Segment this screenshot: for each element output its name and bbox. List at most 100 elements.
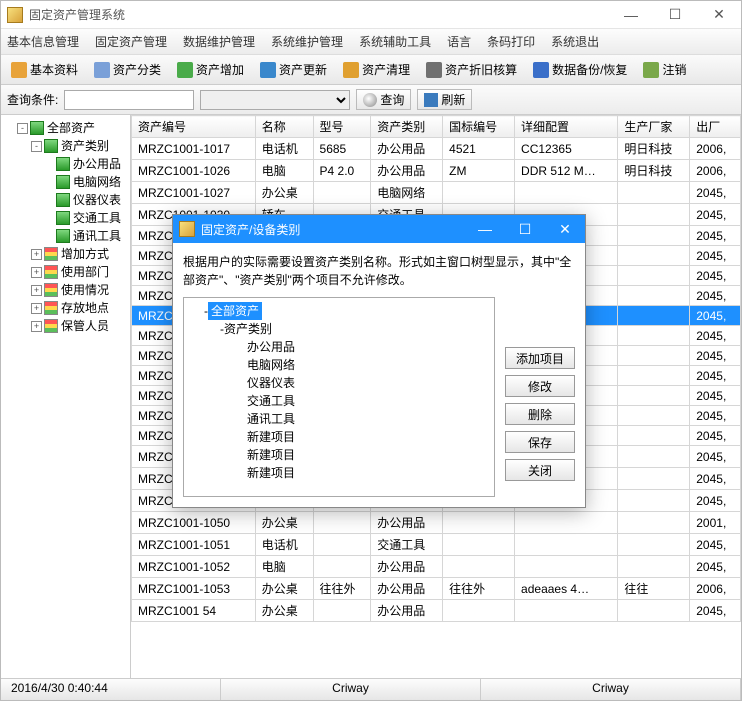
expander-icon[interactable]: + bbox=[31, 321, 42, 332]
query-button[interactable]: 查询 bbox=[356, 89, 411, 110]
house-icon bbox=[44, 139, 58, 153]
column-header[interactable]: 详细配置 bbox=[515, 116, 618, 138]
expander-icon[interactable]: + bbox=[31, 285, 42, 296]
table-row[interactable]: MRZC1001-1051电话机交通工具2045, bbox=[132, 534, 741, 556]
dialog-action-button[interactable]: 添加项目 bbox=[505, 347, 575, 369]
menu-item[interactable]: 语言 bbox=[447, 33, 471, 50]
dialog-tree-item[interactable]: 交通工具 bbox=[236, 392, 490, 410]
column-header[interactable]: 资产编号 bbox=[132, 116, 256, 138]
toolbar-icon bbox=[426, 62, 442, 78]
toolbar-icon bbox=[177, 62, 193, 78]
titlebar: 固定资产管理系统 — ☐ ✕ bbox=[1, 1, 741, 29]
tree-item[interactable]: +增加方式 bbox=[31, 245, 128, 263]
toolbar-button[interactable]: 资产增加 bbox=[173, 59, 248, 80]
column-header[interactable]: 型号 bbox=[313, 116, 371, 138]
dialog-maximize-button[interactable]: ☐ bbox=[505, 215, 545, 243]
tree-item[interactable]: 仪器仪表 bbox=[45, 191, 128, 209]
menu-item[interactable]: 数据维护管理 bbox=[183, 33, 255, 50]
tree-item[interactable]: +使用部门 bbox=[31, 263, 128, 281]
dialog-action-button[interactable]: 保存 bbox=[505, 431, 575, 453]
dialog-title: 固定资产/设备类别 bbox=[201, 221, 300, 238]
dialog-action-button[interactable]: 关闭 bbox=[505, 459, 575, 481]
column-header[interactable]: 国标编号 bbox=[443, 116, 515, 138]
column-header[interactable]: 名称 bbox=[255, 116, 313, 138]
dialog-tree-item[interactable]: 新建项目 bbox=[236, 446, 490, 464]
dialog-tree-item[interactable]: 通讯工具 bbox=[236, 410, 490, 428]
menu-item[interactable]: 系统辅助工具 bbox=[359, 33, 431, 50]
menu-item[interactable]: 基本信息管理 bbox=[7, 33, 79, 50]
toolbar-button[interactable]: 资产更新 bbox=[256, 59, 331, 80]
expander-icon[interactable]: + bbox=[31, 249, 42, 260]
toolbar-button[interactable]: 资产分类 bbox=[90, 59, 165, 80]
dialog-tree[interactable]: -全部资产 -资产类别 办公用品电脑网络仪器仪表交通工具通讯工具新建项目新建项目… bbox=[183, 297, 495, 497]
table-row[interactable]: MRZC1001 54办公桌办公用品2045, bbox=[132, 600, 741, 622]
column-header[interactable]: 资产类别 bbox=[371, 116, 443, 138]
menubar: 基本信息管理固定资产管理数据维护管理系统维护管理系统辅助工具语言条码打印系统退出 bbox=[1, 29, 741, 55]
toolbar-button[interactable]: 资产折旧核算 bbox=[422, 59, 521, 80]
bars-icon bbox=[44, 319, 58, 333]
dialog-buttons: 添加项目修改删除保存关闭 bbox=[505, 297, 575, 497]
dialog-minimize-button[interactable]: — bbox=[465, 215, 505, 243]
statusbar: 2016/4/30 0:40:44 Criway Criway bbox=[1, 678, 741, 700]
status-datetime: 2016/4/30 0:40:44 bbox=[1, 679, 221, 700]
maximize-button[interactable]: ☐ bbox=[653, 1, 697, 29]
toolbar-icon bbox=[11, 62, 27, 78]
dialog-tree-category[interactable]: 资产类别 bbox=[224, 320, 272, 338]
toolbar-button[interactable]: 资产清理 bbox=[339, 59, 414, 80]
expander-icon[interactable]: + bbox=[31, 267, 42, 278]
refresh-button[interactable]: 刷新 bbox=[417, 89, 472, 110]
dialog-tree-item[interactable]: 新建项目 bbox=[236, 464, 490, 482]
toolbar-button[interactable]: 数据备份/恢复 bbox=[529, 59, 631, 80]
dialog-icon bbox=[179, 221, 195, 237]
sidebar-tree[interactable]: -全部资产 -资产类别 办公用品电脑网络仪器仪表交通工具通讯工具 +增加方式+使… bbox=[1, 115, 131, 678]
menu-item[interactable]: 系统维护管理 bbox=[271, 33, 343, 50]
expander-icon[interactable]: - bbox=[31, 141, 42, 152]
dialog-tree-item[interactable]: 新建项目 bbox=[236, 428, 490, 446]
expander-icon[interactable]: + bbox=[31, 303, 42, 314]
dialog-tree-item[interactable]: 仪器仪表 bbox=[236, 374, 490, 392]
table-row[interactable]: MRZC1001-1026电脑P4 2.0办公用品ZMDDR 512 M…明日科… bbox=[132, 160, 741, 182]
tree-item[interactable]: 电脑网络 bbox=[45, 173, 128, 191]
refresh-icon bbox=[424, 93, 438, 107]
toolbar-icon bbox=[260, 62, 276, 78]
tree-item[interactable]: 办公用品 bbox=[45, 155, 128, 173]
dialog-titlebar: 固定资产/设备类别 — ☐ ✕ bbox=[173, 215, 585, 243]
dialog-close-button[interactable]: ✕ bbox=[545, 215, 585, 243]
tree-item[interactable]: +使用情况 bbox=[31, 281, 128, 299]
dialog-tree-item[interactable]: 办公用品 bbox=[236, 338, 490, 356]
minimize-button[interactable]: — bbox=[609, 1, 653, 29]
dialog-action-button[interactable]: 删除 bbox=[505, 403, 575, 425]
tree-root[interactable]: 全部资产 bbox=[47, 119, 95, 137]
table-row[interactable]: MRZC1001-1050办公桌办公用品2001, bbox=[132, 512, 741, 534]
search-select[interactable] bbox=[200, 90, 350, 110]
table-row[interactable]: MRZC1001-1052电脑办公用品2045, bbox=[132, 556, 741, 578]
search-input[interactable] bbox=[64, 90, 194, 110]
house-icon bbox=[56, 175, 70, 189]
menu-item[interactable]: 固定资产管理 bbox=[95, 33, 167, 50]
table-row[interactable]: MRZC1001-1053办公桌往往外办公用品往往外adeaaes 4…往往20… bbox=[132, 578, 741, 600]
toolbar-button[interactable]: 注销 bbox=[639, 59, 690, 80]
tree-item[interactable]: +保管人员 bbox=[31, 317, 128, 335]
searchbar: 查询条件: 查询 刷新 bbox=[1, 85, 741, 115]
menu-item[interactable]: 条码打印 bbox=[487, 33, 535, 50]
app-icon bbox=[7, 7, 23, 23]
tree-category[interactable]: 资产类别 bbox=[61, 137, 109, 155]
table-row[interactable]: MRZC1001-1017电话机5685办公用品4521CC12365明日科技2… bbox=[132, 138, 741, 160]
close-button[interactable]: ✕ bbox=[697, 1, 741, 29]
tree-item[interactable]: 交通工具 bbox=[45, 209, 128, 227]
house-icon bbox=[30, 121, 44, 135]
tree-item[interactable]: 通讯工具 bbox=[45, 227, 128, 245]
menu-item[interactable]: 系统退出 bbox=[551, 33, 599, 50]
bars-icon bbox=[44, 265, 58, 279]
column-header[interactable]: 生产厂家 bbox=[618, 116, 690, 138]
toolbar-button[interactable]: 基本资料 bbox=[7, 59, 82, 80]
expander-icon[interactable]: - bbox=[17, 123, 28, 134]
tree-item[interactable]: +存放地点 bbox=[31, 299, 128, 317]
dialog-tree-root[interactable]: 全部资产 bbox=[208, 302, 262, 320]
dialog-tree-item[interactable]: 电脑网络 bbox=[236, 356, 490, 374]
dialog-action-button[interactable]: 修改 bbox=[505, 375, 575, 397]
column-header[interactable]: 出厂 bbox=[690, 116, 741, 138]
dialog-message: 根据用户的实际需要设置资产类别名称。形式如主窗口树型显示，其中"全部资产"、"资… bbox=[183, 253, 575, 289]
toolbar-icon bbox=[533, 62, 549, 78]
table-row[interactable]: MRZC1001-1027办公桌电脑网络2045, bbox=[132, 182, 741, 204]
